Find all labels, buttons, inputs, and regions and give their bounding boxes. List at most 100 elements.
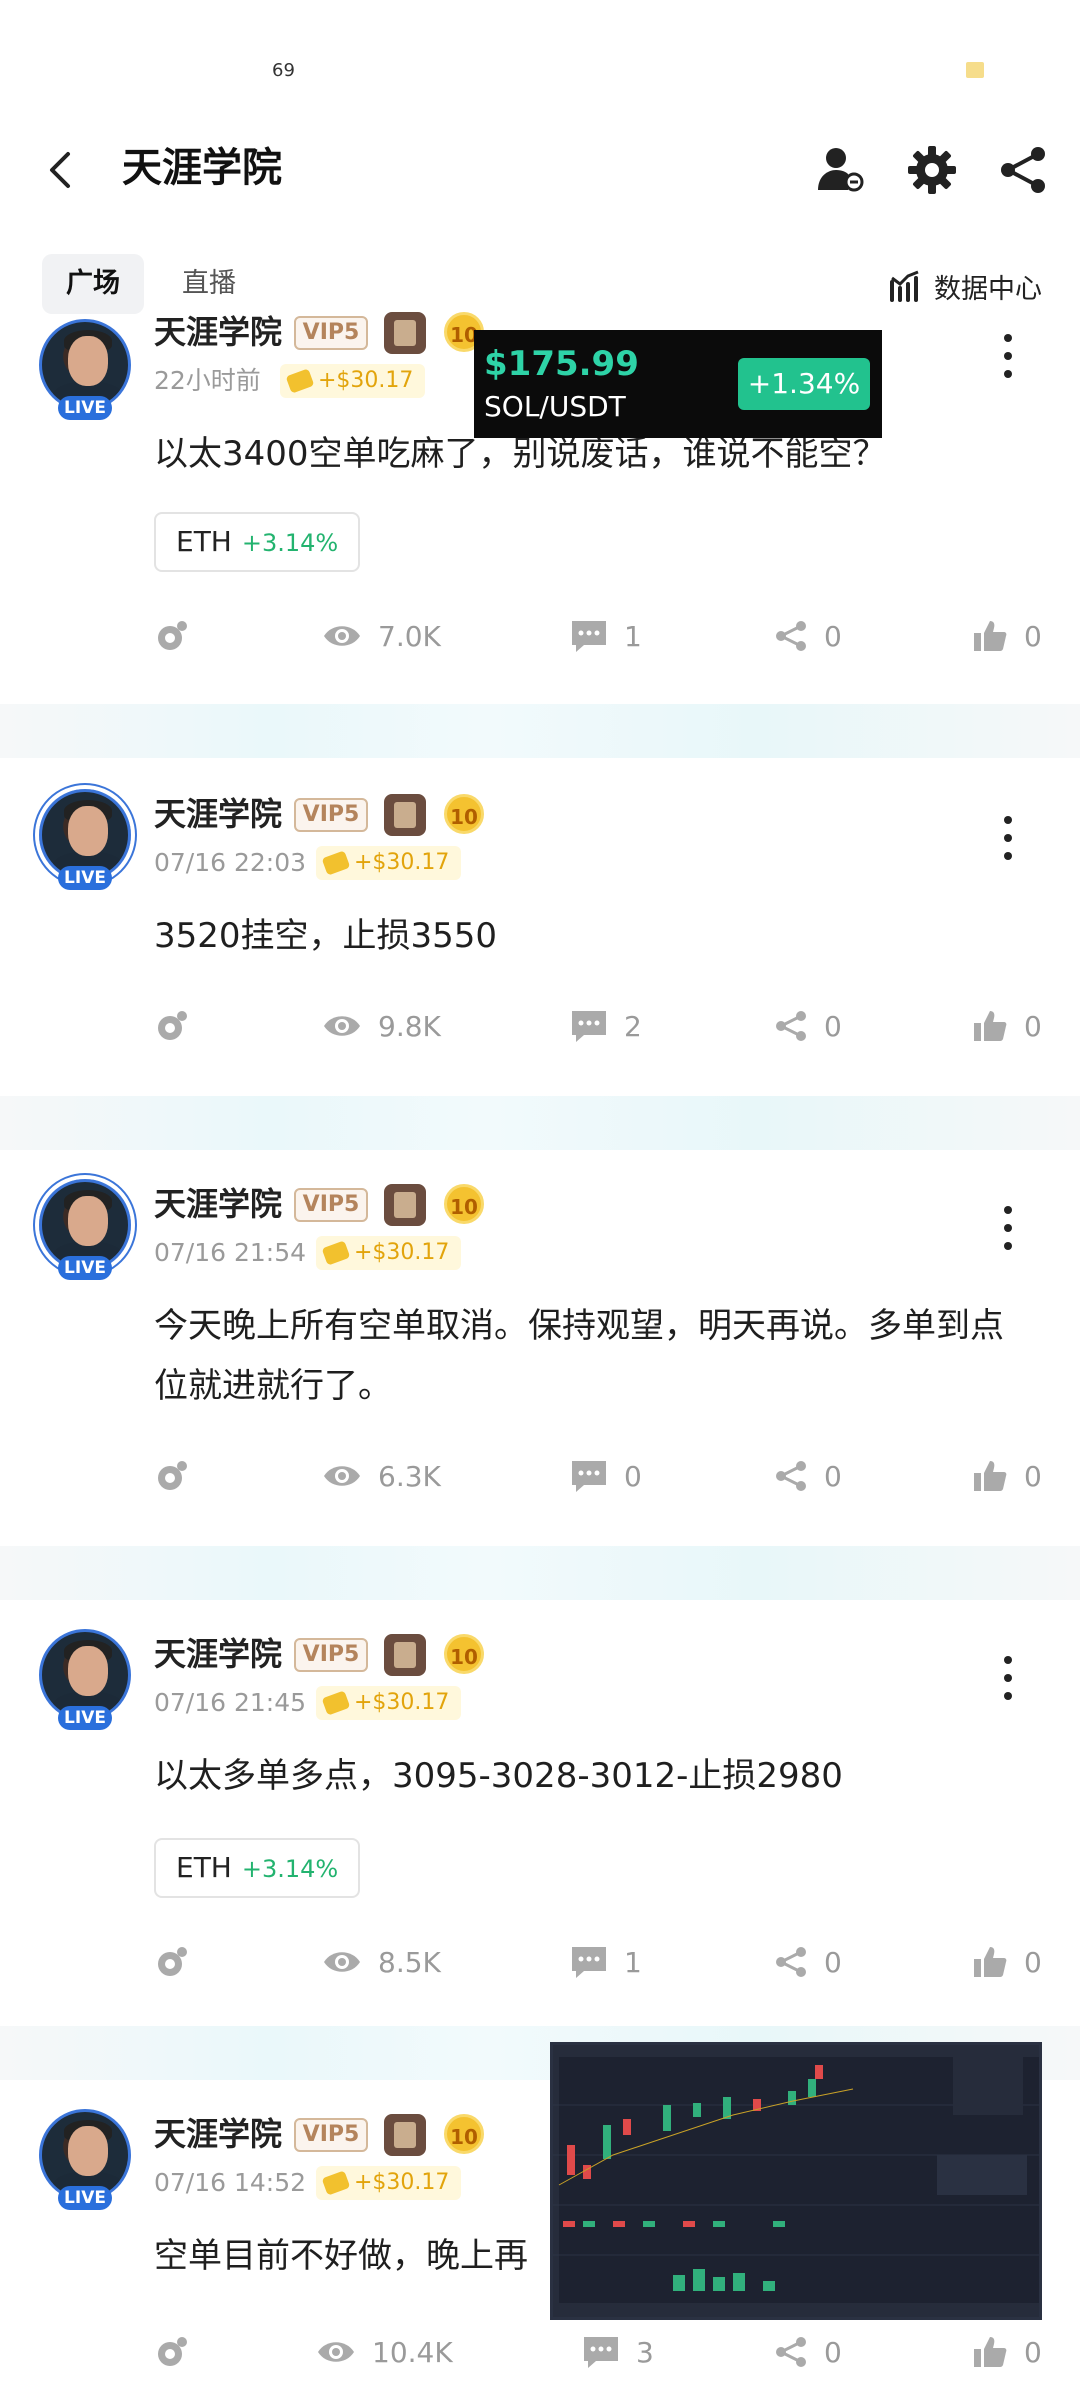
share-button[interactable]: 0	[774, 1932, 842, 1992]
comment-button[interactable]: 0	[570, 1446, 642, 1506]
like-button[interactable]: 0	[972, 1932, 1042, 1992]
level-badge: 10	[444, 2114, 484, 2154]
user-follow-icon	[818, 148, 864, 192]
post-actions: 7.0K 1 0 0	[0, 606, 1080, 666]
like-button[interactable]: 0	[972, 606, 1042, 666]
floating-price-ticker[interactable]: $175.99 SOL/USDT +1.34%	[474, 330, 882, 438]
repost-icon	[158, 1011, 187, 1040]
share-button[interactable]: 0	[774, 996, 842, 1056]
tag-change: +3.14%	[241, 1855, 339, 1883]
live-badge: LIVE	[58, 396, 112, 420]
post-content: 今天晚上所有空单取消。保持观望，明天再说。多单到点位就进就行了。	[154, 1306, 1004, 1406]
author-name[interactable]: 天涯学院	[154, 1182, 282, 1226]
share-icon	[776, 1011, 806, 1041]
reward-amount: +$30.17	[318, 368, 414, 393]
likes-value: 0	[1024, 1009, 1042, 1043]
thumbs-up-icon	[974, 2337, 1007, 2367]
post-time: 07/16 22:03	[154, 848, 307, 877]
avatar[interactable]: LIVE	[36, 1176, 134, 1280]
comment-button[interactable]: 2	[570, 996, 642, 1056]
reward-badge: +$30.17	[316, 846, 462, 880]
page-title: 天涯学院	[122, 145, 282, 191]
repost-icon	[158, 1461, 187, 1490]
avatar[interactable]: LIVE	[36, 316, 134, 420]
post-time: 07/16 21:45	[154, 1688, 307, 1717]
repost-button[interactable]	[154, 1932, 190, 1992]
reward-badge: +$30.17	[316, 2166, 462, 2200]
repost-icon	[158, 621, 187, 650]
post-time: 22小时前	[154, 366, 261, 395]
avatar[interactable]: LIVE	[36, 786, 134, 890]
share-header-button[interactable]	[996, 142, 1052, 198]
share-button[interactable]: 0	[774, 606, 842, 666]
live-badge: LIVE	[58, 2186, 112, 2210]
reward-badge: +$30.17	[316, 1686, 462, 1720]
post-time: 07/16 21:54	[154, 1238, 307, 1267]
tag-symbol: ETH	[176, 1851, 232, 1884]
author-name[interactable]: 天涯学院	[154, 792, 282, 836]
share-button[interactable]: 0	[774, 1446, 842, 1506]
coin-icon	[321, 1690, 351, 1716]
post-actions: 9.8K 2 0 0	[0, 996, 1080, 1056]
repost-button[interactable]	[154, 606, 190, 666]
thumbs-up-icon	[974, 1461, 1007, 1491]
vip-badge: VIP5	[294, 798, 368, 832]
avatar[interactable]: LIVE	[36, 2106, 134, 2210]
level-badge: 10	[444, 1634, 484, 1674]
like-button[interactable]: 0	[972, 1446, 1042, 1506]
views-value: 9.8K	[378, 1009, 441, 1043]
more-options-button[interactable]	[1000, 1656, 1016, 1704]
share-icon	[776, 1461, 806, 1491]
reward-amount: +$30.17	[354, 2170, 450, 2195]
shares-value: 0	[824, 2335, 842, 2369]
author-name[interactable]: 天涯学院	[154, 310, 282, 354]
level-badge: 10	[444, 1184, 484, 1224]
medal-icon	[384, 1184, 426, 1226]
live-badge: LIVE	[58, 1256, 112, 1280]
candlestick-chart-thumbnail	[553, 2045, 1039, 2317]
coin-tag[interactable]: ETH +3.14%	[154, 512, 361, 572]
repost-button[interactable]	[154, 1446, 190, 1506]
follow-user-button[interactable]	[812, 142, 868, 198]
ticker-change: +1.34%	[738, 358, 870, 410]
post-content: 以太多单多点，3095-3028-3012-止损2980	[154, 1756, 843, 1796]
more-options-button[interactable]	[1000, 1206, 1016, 1254]
author-name[interactable]: 天涯学院	[154, 2112, 282, 2156]
author-name[interactable]: 天涯学院	[154, 1632, 282, 1676]
views-count: 8.5K	[322, 1932, 441, 1992]
share-button[interactable]: 0	[774, 2322, 842, 2382]
views-value: 8.5K	[378, 1945, 441, 1979]
avatar[interactable]: LIVE	[36, 1626, 134, 1730]
repost-icon	[158, 1947, 187, 1976]
comment-icon	[572, 1011, 606, 1042]
more-options-button[interactable]	[1000, 816, 1016, 864]
repost-button[interactable]	[154, 2322, 190, 2382]
comment-button[interactable]: 1	[570, 1932, 642, 1992]
comment-button[interactable]: 1	[570, 606, 642, 666]
vip-badge: VIP5	[294, 316, 368, 350]
post-content: 3520挂空，止损3550	[154, 916, 498, 956]
like-button[interactable]: 0	[972, 996, 1042, 1056]
repost-button[interactable]	[154, 996, 190, 1056]
coin-icon	[321, 850, 351, 876]
more-options-button[interactable]	[1000, 334, 1016, 382]
post-card[interactable]: LIVE 天涯学院 VIP5 10 07/16 21:54 +$30.17 今天…	[0, 1152, 1080, 1552]
comment-button[interactable]: 3	[582, 2322, 654, 2382]
share-icon	[776, 2337, 806, 2367]
post-separator	[0, 1096, 1080, 1150]
post-card[interactable]: LIVE 天涯学院 VIP5 10 07/16 22:03 +$30.17 35…	[0, 762, 1080, 1102]
live-badge: LIVE	[58, 1706, 112, 1730]
post-card[interactable]: LIVE 天涯学院 VIP5 10 07/16 21:45 +$30.17 以太…	[0, 1602, 1080, 2022]
reward-badge: +$30.17	[316, 1236, 462, 1270]
chevron-left-icon	[50, 152, 70, 188]
post-time: 07/16 14:52	[154, 2168, 307, 2197]
coin-tag[interactable]: ETH +3.14%	[154, 1838, 361, 1898]
views-value: 7.0K	[378, 619, 441, 653]
back-button[interactable]	[40, 148, 84, 192]
like-button[interactable]: 0	[972, 2322, 1042, 2382]
pip-chart-window[interactable]	[550, 2042, 1042, 2320]
comment-icon	[572, 1947, 606, 1978]
medal-icon	[384, 2114, 426, 2156]
comments-value: 0	[624, 1459, 642, 1493]
settings-button[interactable]	[904, 142, 960, 198]
